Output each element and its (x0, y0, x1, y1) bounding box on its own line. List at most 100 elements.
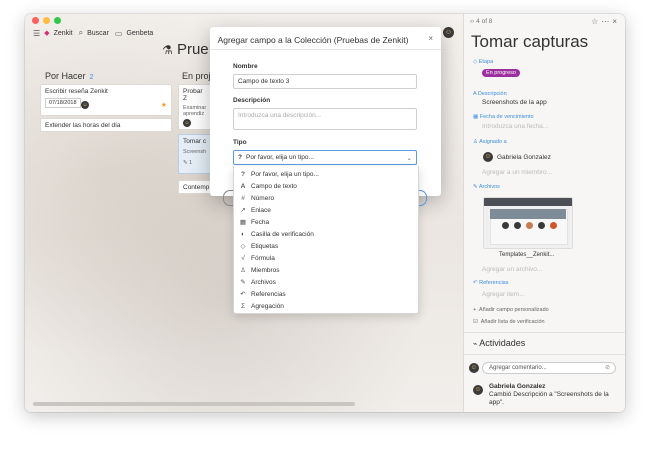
nav-app-link[interactable]: Zenkit (54, 30, 73, 37)
column-title-en-progreso: En proj (182, 71, 211, 81)
checkbox-icon: ◐ (241, 230, 245, 238)
files-label: ✎ Archivos (473, 184, 500, 190)
type-option-label: Fórmula (251, 254, 275, 262)
name-label: Nombre (233, 63, 258, 70)
type-option-number[interactable]: # Número (234, 192, 418, 204)
type-option-files[interactable]: ✎ Archivos (234, 276, 418, 288)
activity-title: ⌁ Actividades (473, 338, 525, 348)
card-attachment-count: 1 (189, 160, 193, 166)
record-title[interactable]: Tomar capturas (471, 32, 588, 52)
nav-arrows-icon[interactable]: ‹› (470, 18, 474, 25)
file-thumbnail[interactable] (483, 197, 573, 249)
stage-label: ◇ Etapa (473, 59, 493, 65)
avatar: ☺ (483, 152, 493, 162)
column-title-text: En proj (182, 71, 211, 81)
hamburger-menu-icon[interactable]: ☰ (33, 29, 40, 38)
add-member-input[interactable]: Agregar a un miembro... (482, 169, 552, 176)
due-date-input[interactable]: Introduzca una fecha... (482, 123, 548, 130)
reference-icon: ↶ (240, 291, 246, 298)
close-dialog-icon[interactable]: × (428, 34, 433, 43)
search-icon: ⌕ (78, 28, 84, 37)
more-icon[interactable]: ⋯ (601, 17, 612, 26)
card-probar-zenkit[interactable]: Probar Z Examinar aprendiz ☺ (178, 84, 212, 130)
avatar: ☺ (183, 119, 191, 127)
avatar: ☺ (473, 385, 483, 395)
card-title: Extender las horas del día (45, 122, 121, 129)
nav-search-link[interactable]: Buscar (87, 30, 109, 37)
formula-icon: √ (241, 254, 245, 262)
add-checklist-button[interactable]: ☑ Añadir lista de verificación (473, 319, 545, 325)
name-input[interactable]: Campo de texto 3 (233, 74, 417, 89)
add-reference-input[interactable]: Agregar item... (482, 291, 525, 298)
type-option-text[interactable]: A Campo de texto (234, 180, 418, 192)
file-name[interactable]: Templates__Zenkit... (499, 252, 554, 258)
type-option-label: Casilla de verificación (251, 230, 314, 238)
add-custom-field-button[interactable]: + Añadir campo personalizado (473, 307, 549, 313)
due-date-label: ▦ Fecha de vencimiento (473, 114, 534, 120)
assigned-label-text: Asignado a (479, 139, 507, 145)
question-icon: ? (241, 170, 245, 178)
close-window-button[interactable] (32, 17, 39, 24)
calendar-icon: ▦ (239, 219, 247, 226)
minimize-window-button[interactable] (43, 17, 50, 24)
description-input[interactable]: Introduzca una descripción... (233, 108, 417, 130)
zoom-window-button[interactable] (54, 17, 61, 24)
nav-org-link[interactable]: Genbeta (126, 30, 153, 37)
type-option-placeholder[interactable]: ? Por favor, elija un tipo... (234, 168, 418, 180)
star-outline-icon[interactable]: ☆ (591, 17, 601, 26)
type-option-date[interactable]: ▦ Fecha (234, 216, 418, 228)
type-option-link[interactable]: ↗ Enlace (234, 204, 418, 216)
type-option-label: Miembros (251, 266, 280, 274)
card-subtitle: aprendiz (183, 111, 205, 117)
files-label-text: Archivos (478, 184, 500, 190)
type-select[interactable]: ? Por favor, elija un tipo... ⌄ (233, 150, 417, 165)
column-title-text: Por Hacer (45, 71, 86, 81)
add-file-input[interactable]: Agregar un archivo... (482, 266, 542, 273)
type-option-formula[interactable]: √ Fórmula (234, 252, 418, 264)
horizontal-scrollbar[interactable] (33, 402, 355, 406)
add-custom-field-text: Añadir campo personalizado (478, 307, 549, 313)
card-tomar-capturas[interactable]: Tomar c Screensh ✎ 1 (178, 134, 212, 174)
link-icon: ↗ (240, 207, 246, 214)
close-icon[interactable]: × (612, 17, 620, 26)
card-title: Probar Z (183, 88, 203, 102)
type-option-members[interactable]: ♙ Miembros (234, 264, 418, 276)
avatar: ☺ (81, 101, 89, 109)
detail-panel: ‹› 4 of 8 ☆⋯× Tomar capturas ◇ Etapa En … (463, 14, 625, 412)
checklist-icon: ☑ (473, 319, 478, 325)
type-option-aggregation[interactable]: Σ Agregación (234, 300, 418, 312)
description-label: A Descripción (473, 91, 507, 97)
link-icon: ↶ (473, 280, 478, 286)
user-avatar[interactable]: ☺ (443, 27, 454, 38)
comment-input[interactable]: Agregar comentario... ⊘ (482, 362, 616, 374)
paperclip-icon: ✎ (240, 279, 246, 286)
assigned-user[interactable]: Gabriela Gonzalez (497, 154, 551, 161)
column-count-badge: 2 (89, 74, 94, 81)
activity-text: Cambió Descripción a "Screenshots de la … (489, 391, 609, 406)
plus-icon: + (473, 307, 477, 313)
type-option-references[interactable]: ↶ Referencias (234, 288, 418, 300)
activity-user: Gabriela Gonzalez (489, 383, 546, 390)
type-option-label: Fecha (251, 218, 270, 226)
flask-icon: ⚗ (162, 43, 173, 57)
divider (464, 354, 625, 355)
type-option-labels[interactable]: ◇ Etiquetas (234, 240, 418, 252)
stage-label-text: Etapa (478, 59, 494, 65)
record-counter-text: 4 of 8 (476, 18, 493, 25)
references-label: ↶ Referencias (473, 280, 509, 286)
type-label: Tipo (233, 139, 247, 146)
stage-badge[interactable]: En progreso (482, 69, 520, 77)
type-option-checkbox[interactable]: ◐ Casilla de verificación (234, 228, 418, 240)
type-dropdown-list: ? Por favor, elija un tipo... A Campo de te… (233, 166, 419, 314)
divider (210, 49, 441, 50)
activity-title-text: Actividades (479, 338, 526, 348)
attach-icon[interactable]: ⊘ (605, 364, 610, 371)
description-value[interactable]: Screenshots de la app (482, 99, 547, 106)
top-nav: ☰ ◆ Zenkit ⌕ Buscar ▭ Genbeta (33, 28, 153, 38)
tag-icon: ◇ (240, 243, 246, 250)
card-contemplar[interactable]: Contemp (178, 180, 212, 194)
activity-icon: ⌁ (473, 341, 478, 348)
card-extender-horas[interactable]: Extender las horas del día (40, 118, 172, 132)
board-title: ⚗ Prue (162, 41, 209, 58)
card-escribir-resena[interactable]: Escribir reseña Zenkit 07/18/2018 ☺ ★ (40, 84, 172, 116)
